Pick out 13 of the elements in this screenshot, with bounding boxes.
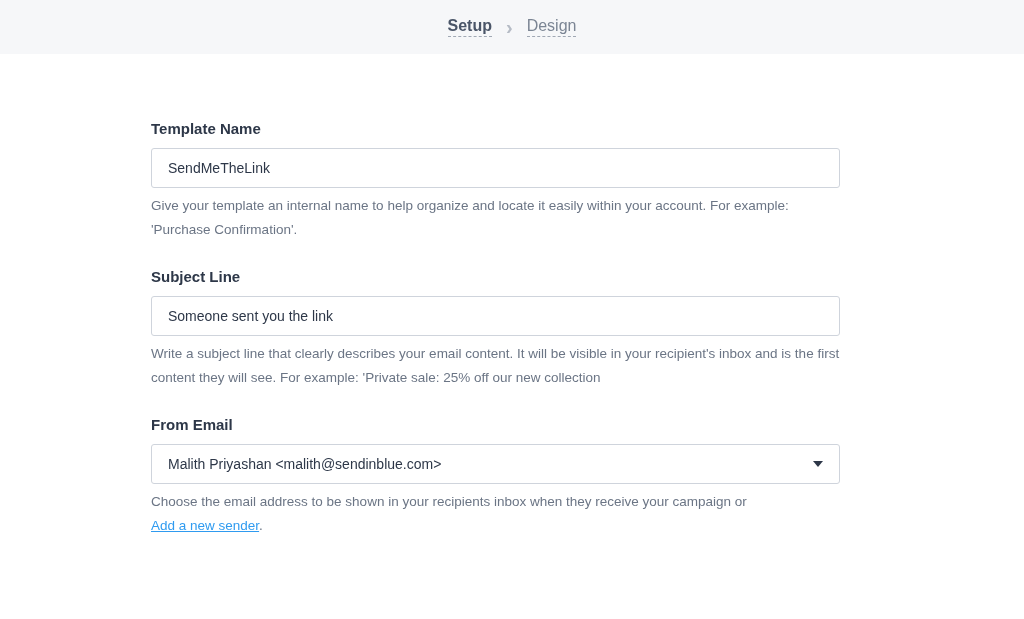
help-text: Write a subject line that clearly describes your email content. It will be visible in your recipient's inbox and is the first content they will see. For example: 'Private sale: 25% off our new collection	[151, 345, 840, 387]
step-tab[interactable]: Setup	[447, 17, 492, 37]
caret-icon	[813, 461, 823, 467]
chevron-separator: ›	[506, 15, 513, 39]
field-label: Template Name	[151, 120, 262, 137]
input-field[interactable]: Someone sent you the link	[151, 296, 840, 336]
field-label: Subject Line	[151, 268, 242, 285]
sender-dropdown[interactable]: Malith Priyashan <malith@sendinblue.com>	[151, 444, 840, 484]
field-label: From Email	[151, 416, 234, 433]
help-text: Give your template an internal name to help organize and locate it easily within your account. For example: 'Purchase Confirmation'.	[151, 197, 790, 239]
help-text: Choose the email address to be shown in your recipients inbox when they receive your campaign or Add a new sender.	[151, 493, 748, 535]
step-tab[interactable]: Design	[526, 17, 577, 37]
input-field[interactable]: SendMeTheLink	[151, 148, 840, 188]
